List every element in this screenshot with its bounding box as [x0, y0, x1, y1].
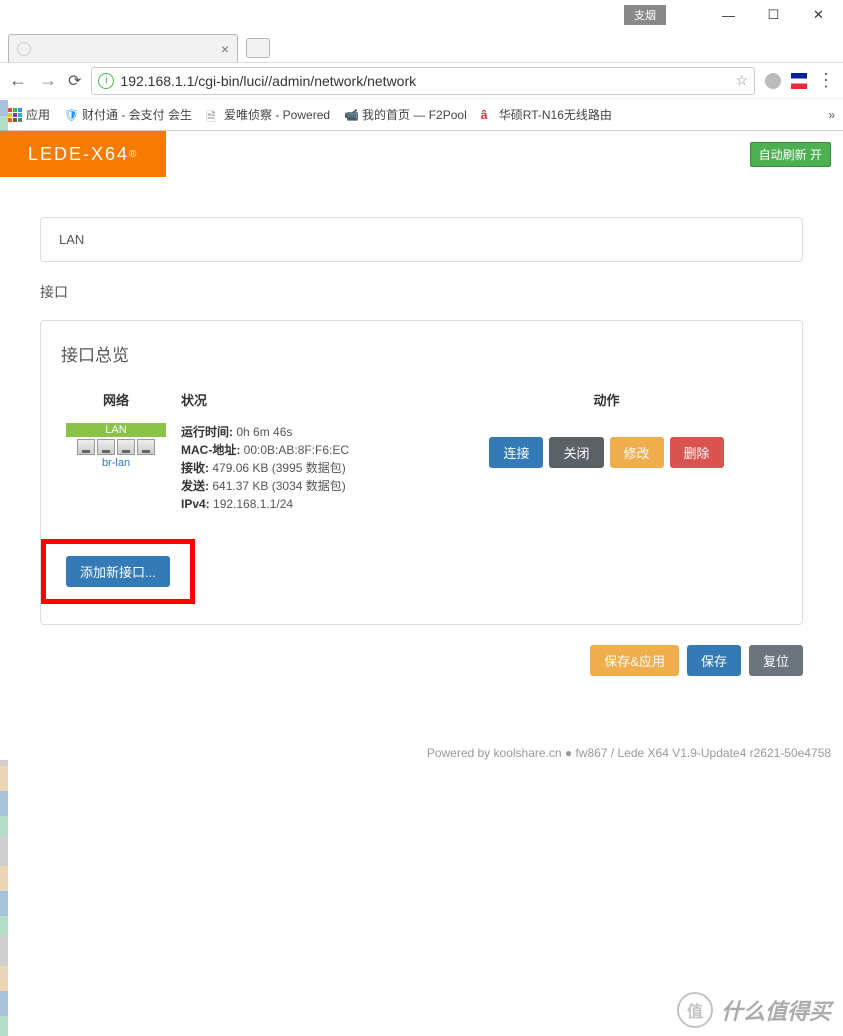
shutdown-button[interactable]: 关闭 [549, 437, 603, 468]
interface-row-lan: LAN br-lan 运行时间: 0h 6m 46s [61, 415, 782, 521]
bookmark-caifutong[interactable]: 🛡 财付通 - 会支付 会生 [64, 106, 192, 123]
close-tab-icon[interactable]: × [221, 41, 229, 57]
watermark-text: 什么值得买 [721, 994, 831, 1026]
auto-refresh-toggle[interactable]: 自动刷新 开 [750, 142, 831, 167]
bridge-name: br-lan [66, 457, 166, 469]
new-tab-button[interactable] [246, 38, 270, 58]
ethernet-port-icon [77, 439, 95, 455]
highlight-annotation: 添加新接口... [41, 539, 195, 604]
panel-title: 接口总览 [61, 341, 782, 366]
site-info-icon[interactable]: i [98, 73, 114, 89]
maximize-button[interactable]: ☐ [751, 1, 796, 29]
extension-flag-icon[interactable] [791, 73, 807, 89]
edit-button[interactable]: 修改 [610, 437, 664, 468]
connect-button[interactable]: 连接 [489, 437, 543, 468]
footer-text: Powered by koolshare.cn ● fw867 / Lede X… [0, 746, 843, 760]
header-actions: 动作 [431, 390, 782, 409]
network-box[interactable]: LAN br-lan [66, 423, 166, 469]
document-icon: 🗎 [206, 108, 220, 122]
address-bar[interactable]: i 192.168.1.1/cgi-bin/luci//admin/networ… [91, 67, 755, 95]
status-lines: 运行时间: 0h 6m 46s MAC-地址: 00:0B:AB:8F:F6:E… [181, 423, 431, 513]
watermark-icon: 值 [677, 992, 713, 1028]
interface-overview-panel: 接口总览 网络 状况 动作 LAN [40, 320, 803, 625]
bookmark-asus[interactable]: â 华硕RT-N16无线路由 [481, 106, 612, 123]
browser-tab[interactable]: × [8, 34, 238, 62]
shield-icon: 🛡 [64, 108, 78, 122]
brand-logo[interactable]: LEDE-X64® [0, 131, 166, 177]
header-status: 状况 [171, 390, 431, 409]
ethernet-port-icon [117, 439, 135, 455]
browser-chrome: 支烟 — ☐ ✕ × ← → ⟳ i 192.168.1.1/cgi-bin/l… [0, 0, 843, 131]
bookmark-aiwei[interactable]: 🗎 爱唯侦察 - Powered [206, 106, 330, 123]
camera-icon: 📹 [344, 108, 358, 122]
apps-bookmark[interactable]: 应用 [8, 106, 50, 123]
forward-button[interactable]: → [38, 70, 58, 91]
reset-button[interactable]: 复位 [749, 645, 803, 676]
url-text: 192.168.1.1/cgi-bin/luci//admin/network/… [120, 73, 416, 89]
asus-icon: â [481, 108, 495, 122]
section-title: 接口 [40, 282, 803, 302]
watermark: 值 什么值得买 [677, 992, 831, 1028]
ethernet-port-icon [97, 439, 115, 455]
bookmark-f2pool[interactable]: 📹 我的首页 — F2Pool [344, 106, 467, 123]
ethernet-port-icon [137, 439, 155, 455]
apps-icon [8, 108, 22, 122]
bookmarks-bar: 应用 🛡 财付通 - 会支付 会生 🗎 爱唯侦察 - Powered 📹 我的首… [0, 98, 843, 130]
favicon-icon [17, 42, 31, 56]
back-button[interactable]: ← [8, 70, 28, 91]
save-button[interactable]: 保存 [687, 645, 741, 676]
tab-lan[interactable]: LAN [40, 217, 803, 262]
close-window-button[interactable]: ✕ [796, 1, 841, 29]
header-network: 网络 [61, 390, 171, 409]
browser-menu-icon[interactable]: ⋮ [817, 70, 835, 91]
lan-badge: LAN [66, 423, 166, 437]
unknown-titlebar-button[interactable]: 支烟 [624, 5, 666, 25]
bookmarks-overflow-button[interactable]: » [828, 108, 835, 122]
reload-button[interactable]: ⟳ [68, 71, 81, 91]
page-content: LEDE-X64® 自动刷新 开 LAN 接口 接口总览 网络 状况 动作 LA… [0, 131, 843, 760]
bookmark-star-icon[interactable]: ☆ [735, 72, 748, 89]
save-apply-button[interactable]: 保存&应用 [590, 645, 679, 676]
delete-button[interactable]: 删除 [670, 437, 724, 468]
extension-globe-icon[interactable] [765, 73, 781, 89]
add-interface-button[interactable]: 添加新接口... [66, 556, 170, 587]
minimize-button[interactable]: — [706, 1, 751, 29]
port-icons [66, 439, 166, 455]
